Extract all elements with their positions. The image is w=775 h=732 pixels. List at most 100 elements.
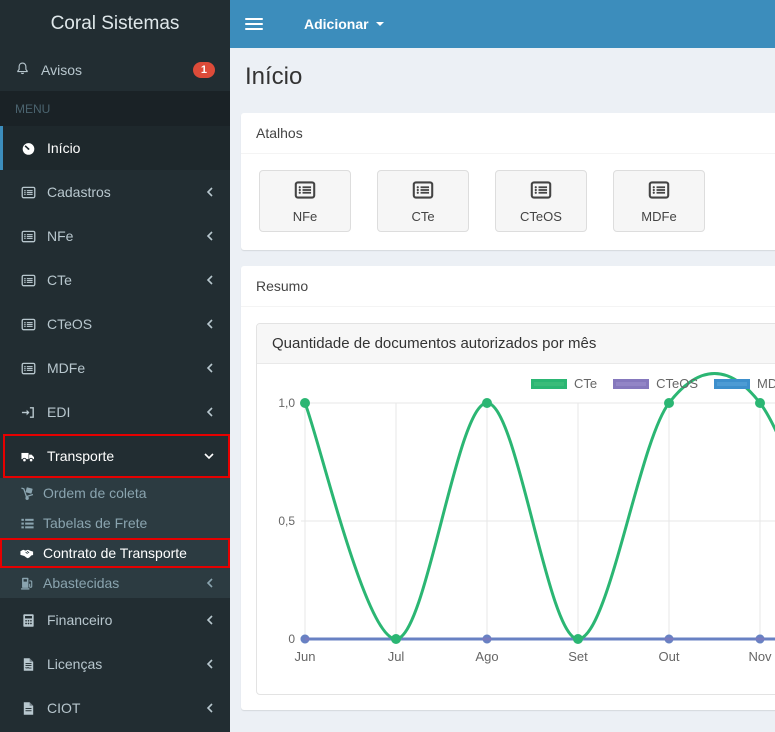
list-alt-icon: [18, 185, 38, 200]
shortcut-button-nfe[interactable]: NFe: [259, 170, 351, 232]
chevron-left-icon: [205, 702, 215, 714]
sidebar-item-label: CTe: [47, 272, 72, 288]
sidebar-toggle-button[interactable]: [230, 2, 278, 46]
legend-swatch-cteos: [613, 378, 650, 389]
submenu-item-tabelas-de-frete[interactable]: Tabelas de Frete: [0, 508, 230, 538]
sidebar-item-cadastros[interactable]: Cadastros: [0, 170, 230, 214]
shortcuts-body: NFe CTe CTeOS MDFe: [241, 154, 775, 250]
svg-text:Nov: Nov: [748, 649, 772, 664]
submenu-item-label: Ordem de coleta: [43, 485, 147, 501]
list-alt-icon: [411, 179, 435, 204]
brand-title: Coral Sistemas: [50, 13, 180, 34]
chart-box: Quantidade de documentos autorizados por…: [256, 323, 775, 695]
legend-label: CTeOS: [656, 376, 699, 391]
notifications-label: Avisos: [41, 61, 82, 78]
chevron-down-icon: [203, 451, 215, 461]
sidebar-item-label: Transporte: [47, 448, 115, 464]
top-navbar: Adicionar: [230, 0, 775, 48]
file-icon: [18, 701, 38, 716]
sidebar-item-label: Financeiro: [47, 612, 113, 628]
tachometer-icon: [18, 141, 38, 156]
legend-label: CTe: [574, 376, 598, 391]
legend-item-cteos[interactable]: CTeOS: [613, 376, 698, 391]
calculator-icon: [18, 613, 38, 628]
notifications-badge: 1: [192, 61, 215, 78]
submenu-item-ordem-de-coleta[interactable]: Ordem de coleta: [0, 478, 230, 508]
shortcut-button-mdfe[interactable]: MDFe: [613, 170, 705, 232]
sidebar: Coral Sistemas Avisos 1 MENU Início Cada…: [0, 0, 230, 732]
list-alt-icon: [18, 361, 38, 376]
sidebar-item-label: Cadastros: [47, 184, 111, 200]
list-icon: [18, 516, 36, 531]
submenu-item-label: Tabelas de Frete: [43, 515, 148, 531]
submenu-item-label: Abastecidas: [43, 575, 120, 591]
shortcut-label: CTe: [411, 208, 435, 224]
sidebar-item-cte[interactable]: CTe: [0, 258, 230, 302]
bell-icon: [15, 61, 30, 79]
shortcuts-panel-title: Atalhos: [241, 113, 775, 154]
menu-section-header: MENU: [0, 92, 230, 126]
chevron-left-icon: [205, 362, 215, 374]
chevron-left-icon: [205, 614, 215, 626]
svg-text:Set: Set: [568, 649, 588, 664]
chevron-left-icon: [205, 186, 215, 198]
sidebar-item-financeiro[interactable]: Financeiro: [0, 598, 230, 642]
handshake-icon: [18, 546, 36, 561]
sidebar-item-cteos[interactable]: CTeOS: [0, 302, 230, 346]
caret-down-icon: [375, 22, 384, 26]
transporte-submenu: Ordem de coleta Tabelas de Frete Contrat…: [0, 478, 230, 598]
legend-item-mdfe[interactable]: MDFe: [714, 376, 775, 391]
submenu-item-abastecidas[interactable]: Abastecidas: [0, 568, 230, 598]
chevron-left-icon: [205, 230, 215, 242]
summary-panel-title: Resumo: [241, 266, 775, 307]
sidebar-item-transporte[interactable]: Transporte: [0, 434, 230, 478]
dolly-icon: [18, 486, 36, 501]
legend-item-cte[interactable]: CTe: [531, 376, 597, 391]
chart-title: Quantidade de documentos autorizados por…: [257, 324, 775, 364]
list-alt-icon: [293, 179, 317, 204]
sidebar-item-label: EDI: [47, 404, 71, 420]
shortcut-button-cte[interactable]: CTe: [377, 170, 469, 232]
sign-in-icon: [18, 405, 38, 420]
chevron-left-icon: [205, 406, 215, 418]
page-title: Início: [245, 63, 303, 90]
truck-icon: [18, 449, 38, 464]
list-alt-icon: [18, 229, 38, 244]
svg-text:Out: Out: [659, 649, 680, 664]
file-contract-icon: [18, 657, 38, 672]
sidebar-item-edi[interactable]: EDI: [0, 390, 230, 434]
sidebar-item-inicio[interactable]: Início: [0, 126, 230, 170]
chart-legend: CTe CTeOS MDFe: [531, 376, 775, 391]
sidebar-item-ciot[interactable]: CIOT: [0, 686, 230, 730]
sidebar-item-licencas[interactable]: Licenças: [0, 642, 230, 686]
sidebar-item-label: Licenças: [47, 656, 103, 672]
svg-text:Jun: Jun: [295, 649, 316, 664]
list-alt-icon: [18, 273, 38, 288]
sidebar-item-nfe[interactable]: NFe: [0, 214, 230, 258]
legend-swatch-mdfe: [714, 378, 751, 389]
list-alt-icon: [647, 179, 671, 204]
shortcut-button-cteos[interactable]: CTeOS: [495, 170, 587, 232]
summary-panel-body: Quantidade de documentos autorizados por…: [241, 307, 775, 710]
main-content: Adicionar Início Atalhos NFe CTe CTeOS M…: [230, 0, 775, 732]
svg-text:0,5: 0,5: [278, 514, 295, 528]
summary-panel: Resumo Quantidade de documentos autoriza…: [241, 266, 775, 710]
submenu-item-label: Contrato de Transporte: [43, 545, 187, 561]
adicionar-menu-button[interactable]: Adicionar: [290, 0, 398, 48]
shortcut-label: MDFe: [641, 208, 677, 224]
adicionar-label: Adicionar: [304, 16, 369, 32]
shortcuts-panel: Atalhos NFe CTe CTeOS MDFe: [241, 113, 775, 250]
chevron-left-icon: [205, 577, 215, 589]
svg-text:1,0: 1,0: [278, 396, 295, 410]
shortcut-label: CTeOS: [520, 208, 562, 224]
notifications-item[interactable]: Avisos 1: [0, 48, 230, 92]
svg-text:Ago: Ago: [475, 649, 498, 664]
sidebar-item-label: MDFe: [47, 360, 86, 376]
sidebar-item-mdfe[interactable]: MDFe: [0, 346, 230, 390]
list-alt-icon: [18, 317, 38, 332]
chevron-left-icon: [205, 274, 215, 286]
sidebar-item-label: CTeOS: [47, 316, 93, 332]
submenu-item-contrato-de-transporte[interactable]: Contrato de Transporte: [0, 538, 230, 568]
legend-label: MDFe: [757, 376, 775, 391]
shortcut-label: NFe: [292, 208, 318, 224]
